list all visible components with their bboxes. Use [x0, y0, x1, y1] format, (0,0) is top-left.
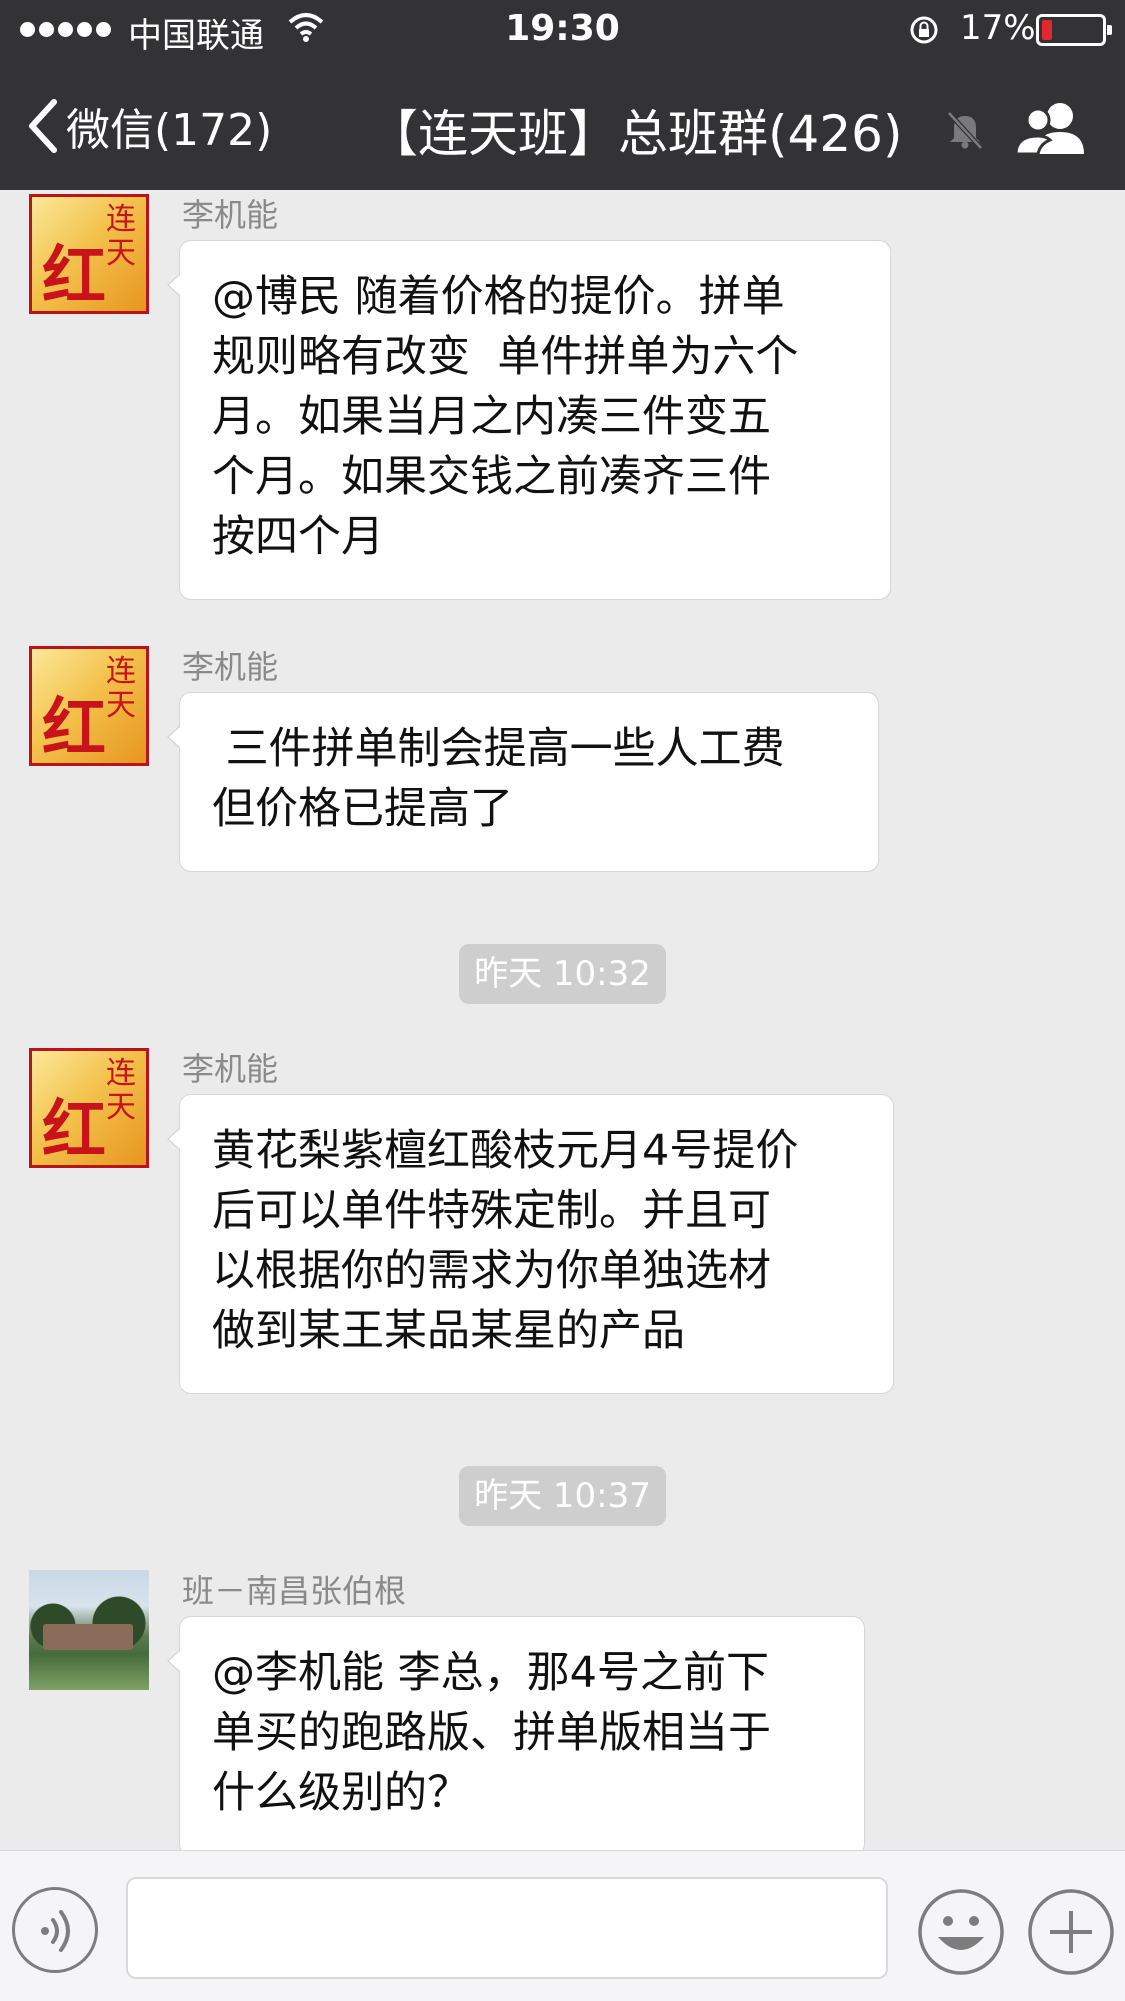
clock: 19:30	[505, 8, 620, 49]
sender-name: 李机能	[182, 1050, 279, 1088]
avatar[interactable]: 红 连天	[29, 194, 149, 314]
avatar[interactable]: 红 连天	[29, 646, 149, 766]
message-input[interactable]	[126, 1877, 888, 1979]
back-label: 微信(172)	[66, 105, 273, 156]
timestamp-divider: 昨天 10:32	[459, 944, 666, 1004]
status-bar: 中国联通 19:30 17%	[0, 0, 1125, 60]
avatar[interactable]	[29, 1570, 149, 1690]
emoji-icon[interactable]	[916, 1887, 1006, 1977]
chevron-left-icon	[29, 99, 57, 153]
navigation-bar: 微信(172) 【连天班】总班群(426)	[0, 60, 1125, 190]
voice-input-button[interactable]	[12, 1887, 98, 1973]
battery-icon	[1036, 14, 1112, 46]
orientation-lock-icon	[910, 16, 938, 44]
chat-title: 【连天班】总班群(426)	[368, 105, 903, 163]
sender-name: 李机能	[182, 196, 279, 234]
input-bar	[0, 1850, 1125, 2001]
battery-percentage: 17%	[960, 8, 1036, 48]
plus-icon[interactable]	[1026, 1887, 1116, 1977]
mute-bell-icon	[947, 111, 983, 150]
group-members-icon[interactable]	[1014, 98, 1090, 158]
timestamp-divider: 昨天 10:37	[459, 1466, 666, 1526]
message-bubble[interactable]: @李机能 李总，那4号之前下 单买的跑路版、拼单版相当于 什么级别的？	[167, 1616, 865, 1850]
sender-name: 班－南昌张伯根	[182, 1572, 407, 1610]
message-bubble[interactable]: 黄花梨紫檀红酸枝元月4号提价 后可以单件特殊定制。并且可 以根据你的需求为你单独…	[167, 1094, 894, 1394]
voice-input-icon	[41, 1910, 70, 1952]
message-bubble[interactable]: @博民 随着价格的提价。拼单 规则略有改变 单件拼单为六个 月。如果当月之内凑三…	[167, 240, 891, 600]
sender-name: 李机能	[182, 648, 279, 686]
message-list[interactable]: 红 连天 李机能 @博民 随着价格的提价。拼单 规则略有改变 单件拼单为六个 月…	[0, 190, 1125, 1850]
back-button[interactable]: 微信(172)	[24, 94, 272, 158]
avatar[interactable]: 红 连天	[29, 1048, 149, 1168]
message-bubble[interactable]: 三件拼单制会提高一些人工费 但价格已提高了	[167, 692, 879, 872]
